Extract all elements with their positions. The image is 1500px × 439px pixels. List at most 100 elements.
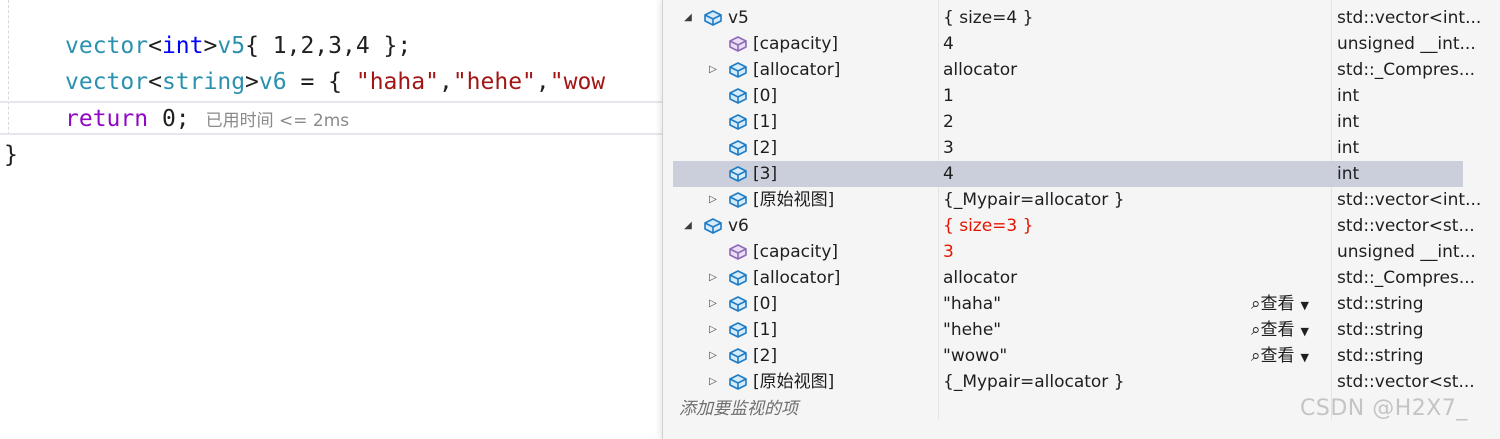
watch-value[interactable]: {_Mypair=allocator } <box>943 369 1125 395</box>
watch-row[interactable]: ◢ v5 { size=4 } std::vector<int... <box>673 5 1481 31</box>
expand-arrow-icon[interactable]: ▷ <box>706 317 720 343</box>
token-punct: > <box>245 69 259 95</box>
watch-value[interactable]: "hehe" <box>943 317 1001 343</box>
dropdown-arrow-icon[interactable]: ▼ <box>1301 299 1309 312</box>
watch-type: int <box>1337 112 1360 132</box>
watch-type: int <box>1337 138 1360 158</box>
field-icon <box>729 88 747 104</box>
watch-name: [1] <box>753 320 778 340</box>
viewer-label: 查看 <box>1260 294 1295 314</box>
watch-row[interactable]: [2] 3 int <box>673 135 1463 161</box>
property-icon <box>729 244 747 260</box>
token-string: "hehe" <box>452 69 536 95</box>
expand-arrow-icon[interactable]: ▷ <box>706 57 720 83</box>
expand-arrow-icon <box>706 109 720 135</box>
watch-row[interactable]: [1] 2 int <box>673 109 1463 135</box>
watch-row[interactable]: ▷ [allocator] allocator std::_Compres... <box>673 265 1475 291</box>
watch-window[interactable]: ◢ v5 { size=4 } std::vector<int...[capacity… <box>662 0 1500 439</box>
watch-row[interactable]: ▷ [原始视图] {_Mypair=allocator } std::vector<s… <box>673 369 1475 395</box>
watch-type: std::_Compres... <box>1337 268 1476 288</box>
watch-value[interactable]: "haha" <box>943 291 1001 317</box>
watch-type: std::vector<st... <box>1337 372 1475 392</box>
field-icon <box>729 270 747 286</box>
token-punct: < <box>148 33 162 59</box>
field-icon <box>729 166 747 182</box>
watch-row[interactable]: [0] 1 int <box>673 83 1463 109</box>
watch-row[interactable]: [3] 4 int <box>673 161 1463 187</box>
watermark: CSDN @H2X7_ <box>1300 396 1468 421</box>
field-icon <box>729 296 747 312</box>
text-visualizer-button[interactable]: ⌕查看 ▼ <box>1251 343 1309 371</box>
watch-row[interactable]: ◢ v6 { size=3 } std::vector<st... <box>673 213 1475 239</box>
token-literal: 0; <box>148 106 190 132</box>
watch-type: std::string <box>1337 294 1424 314</box>
watch-type: std::string <box>1337 346 1424 366</box>
text-visualizer-button[interactable]: ⌕查看 ▼ <box>1251 317 1309 345</box>
dropdown-arrow-icon[interactable]: ▼ <box>1301 351 1309 364</box>
watch-row[interactable]: [capacity] 4 unsigned __int... <box>673 31 1476 57</box>
text-visualizer-button[interactable]: ⌕查看 ▼ <box>1251 291 1309 319</box>
watch-name: [3] <box>753 164 778 184</box>
expand-arrow-icon <box>706 31 720 57</box>
watch-value[interactable]: "wowo" <box>943 343 1007 369</box>
code-line-2[interactable]: vector<string>v6 = { "haha","hehe","wow <box>65 64 605 100</box>
token-string: "haha" <box>355 69 439 95</box>
expand-arrow-icon[interactable]: ▷ <box>706 343 720 369</box>
dropdown-arrow-icon[interactable]: ▼ <box>1301 325 1309 338</box>
property-icon <box>729 36 747 52</box>
expand-arrow-icon[interactable]: ▷ <box>706 187 720 213</box>
watch-name: v5 <box>728 8 749 28</box>
watch-value[interactable]: 3 <box>943 135 954 161</box>
magnifier-icon: ⌕ <box>1251 294 1261 314</box>
field-icon <box>704 218 722 234</box>
token-punct: , <box>535 69 550 95</box>
expand-arrow-icon[interactable]: ▷ <box>706 291 720 317</box>
code-line-3[interactable]: return 0; 已用时间 <= 2ms <box>65 101 349 137</box>
expand-arrow-icon <box>706 83 720 109</box>
field-icon <box>729 192 747 208</box>
watch-name: v6 <box>728 216 749 236</box>
watch-value[interactable]: {_Mypair=allocator } <box>943 187 1125 213</box>
watch-row[interactable]: [capacity] 3 unsigned __int... <box>673 239 1476 265</box>
watch-row[interactable]: ▷ [1] "hehe" ⌕查看 ▼ std::string <box>673 317 1463 343</box>
token-keyword: return <box>65 106 149 132</box>
expand-arrow-icon <box>706 161 720 187</box>
watch-row[interactable]: ▷ [原始视图] {_Mypair=allocator } std::vector<i… <box>673 187 1481 213</box>
collapse-arrow-icon[interactable]: ◢ <box>681 213 695 239</box>
viewer-label: 查看 <box>1260 346 1295 366</box>
code-line-1[interactable]: vector<int>v5{ 1,2,3,4 }; <box>65 28 411 64</box>
collapse-arrow-icon[interactable]: ◢ <box>681 5 695 31</box>
watch-name: [0] <box>753 86 778 106</box>
field-icon <box>729 348 747 364</box>
watch-row[interactable]: ▷ [allocator] allocator std::_Compres... <box>673 57 1475 83</box>
watch-value[interactable]: 3 <box>943 239 954 265</box>
watch-value[interactable]: 2 <box>943 109 954 135</box>
watch-value[interactable]: 4 <box>943 161 954 187</box>
watch-name: [capacity] <box>753 34 839 54</box>
watch-type: unsigned __int... <box>1337 34 1476 54</box>
watch-row[interactable]: ▷ [0] "haha" ⌕查看 ▼ std::string <box>673 291 1463 317</box>
watch-value[interactable]: { size=4 } <box>943 5 1033 31</box>
add-watch-input[interactable]: 添加要监视的项 <box>679 396 798 422</box>
token-type: vector <box>65 33 149 59</box>
expand-arrow-icon <box>706 239 720 265</box>
field-icon <box>729 140 747 156</box>
watch-value[interactable]: 4 <box>943 31 954 57</box>
watch-value[interactable]: allocator <box>943 265 1017 291</box>
field-icon <box>729 114 747 130</box>
watch-name: [allocator] <box>753 268 841 288</box>
watch-type: std::vector<int... <box>1337 8 1482 28</box>
field-icon <box>729 322 747 338</box>
watch-name: [原始视图] <box>753 372 835 392</box>
expand-arrow-icon[interactable]: ▷ <box>706 265 720 291</box>
watch-row[interactable]: ▷ [2] "wowo" ⌕查看 ▼ std::string <box>673 343 1463 369</box>
watch-value[interactable]: 1 <box>943 83 954 109</box>
watch-value[interactable]: { size=3 } <box>943 213 1033 239</box>
viewer-label: 查看 <box>1260 320 1295 340</box>
watch-type: std::vector<st... <box>1337 216 1475 236</box>
closing-brace: } <box>4 142 18 168</box>
token-type: vector <box>65 69 149 95</box>
expand-arrow-icon[interactable]: ▷ <box>706 369 720 395</box>
watch-value[interactable]: allocator <box>943 57 1017 83</box>
field-icon <box>729 62 747 78</box>
